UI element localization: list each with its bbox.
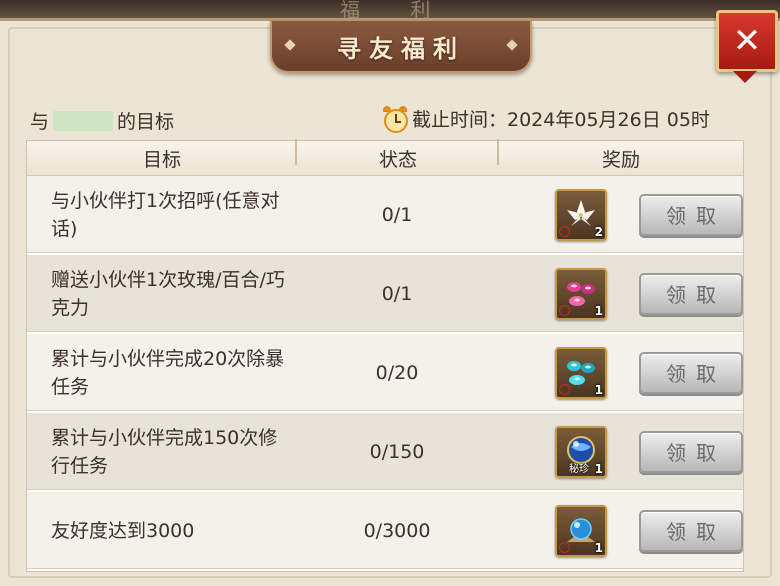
blurred-friend-name	[53, 110, 114, 131]
claim-button[interactable]: 领取	[639, 509, 743, 552]
task-table: 目标 状态 奖励 与小伙伴打1次招呼(任意对话) 0/1 2 领取 赠送小伙伴1…	[26, 138, 744, 572]
reward-count: 1	[594, 303, 603, 318]
task-goal: 赠送小伙伴1次玫瑰/百合/巧克力	[51, 268, 285, 319]
blue-jewel-icon	[567, 517, 595, 542]
reward-item[interactable]: 1	[555, 346, 607, 399]
task-status: 0/150	[369, 440, 425, 463]
task-reward: 2 领取	[497, 188, 743, 241]
alarm-clock-icon	[382, 105, 408, 133]
header-reward: 奖励	[601, 148, 640, 171]
reward-item[interactable]: 1	[555, 267, 607, 320]
task-status: 0/1	[381, 203, 413, 226]
claim-button[interactable]: 领取	[639, 193, 743, 236]
banner-ornament-right-icon	[506, 39, 518, 51]
task-reward: 1 领取	[497, 267, 743, 320]
table-row: 与小伙伴打1次招呼(任意对话) 0/1 2 领取	[27, 176, 743, 255]
header-goal: 目标	[27, 138, 297, 172]
reward-item[interactable]: 2	[555, 188, 607, 241]
deadline-text: 截止时间：2024年05月26日 05时	[412, 109, 710, 131]
bound-seal-icon	[559, 304, 570, 316]
table-header: 目标 状态 奖励	[27, 138, 743, 176]
bound-seal-icon	[559, 383, 570, 395]
task-status: 0/3000	[363, 519, 431, 542]
task-status: 0/20	[375, 361, 419, 384]
panel-title: 寻友福利	[337, 34, 465, 63]
reward-count: 2	[594, 224, 603, 239]
friend-welfare-panel: 寻友福利 与 的目标 截止时间：2024年05月26日 05时 目标 状态 奖励…	[0, 18, 780, 586]
task-goal: 与小伙伴打1次招呼(任意对话)	[51, 189, 280, 240]
lily-flower-icon	[567, 199, 595, 226]
banner-ornament-left-icon	[284, 39, 296, 51]
table-row: 友好度达到3000 0/3000 1 领取	[27, 492, 743, 571]
task-goal: 累计与小伙伴完成20次除暴任务	[51, 347, 285, 398]
deadline: 截止时间：2024年05月26日 05时	[382, 105, 710, 133]
cyan-gems-icon	[567, 360, 595, 385]
pink-gems-icon	[567, 281, 595, 306]
claim-button[interactable]: 领取	[639, 351, 743, 394]
close-button[interactable]: ✕	[716, 10, 778, 83]
header-status: 状态	[297, 138, 499, 172]
claim-button[interactable]: 领取	[639, 430, 743, 473]
background-strip: 福 利	[0, 0, 780, 22]
close-icon: ✕	[732, 21, 762, 61]
title-banner: 寻友福利	[270, 21, 532, 73]
target-suffix: 的目标	[117, 111, 175, 133]
reward-item[interactable]: 秘珍 1	[555, 425, 607, 478]
task-goal: 友好度达到3000	[51, 519, 195, 542]
table-row: 赠送小伙伴1次玫瑰/百合/巧克力 0/1 1 领取	[27, 255, 743, 334]
bound-seal-icon	[559, 541, 570, 553]
table-row: 累计与小伙伴完成150次修行任务 0/150 秘珍 1 领取	[27, 413, 743, 492]
reward-count: 1	[594, 461, 603, 476]
target-prefix: 与	[30, 111, 50, 133]
reward-item[interactable]: 1	[555, 504, 607, 557]
reward-count: 1	[594, 382, 603, 397]
reward-count: 1	[594, 540, 603, 555]
task-reward: 秘珍 1 领取	[497, 425, 743, 478]
bound-seal-icon	[559, 225, 570, 237]
task-goal: 累计与小伙伴完成150次修行任务	[51, 426, 278, 477]
claim-button[interactable]: 领取	[639, 272, 743, 315]
table-row: 累计与小伙伴完成20次除暴任务 0/20 1 领取	[27, 334, 743, 413]
task-reward: 1 领取	[497, 346, 743, 399]
task-reward: 1 领取	[497, 504, 743, 557]
target-line: 与 的目标	[30, 107, 174, 134]
task-status: 0/1	[381, 282, 413, 305]
reward-tag: 秘珍	[569, 463, 589, 475]
